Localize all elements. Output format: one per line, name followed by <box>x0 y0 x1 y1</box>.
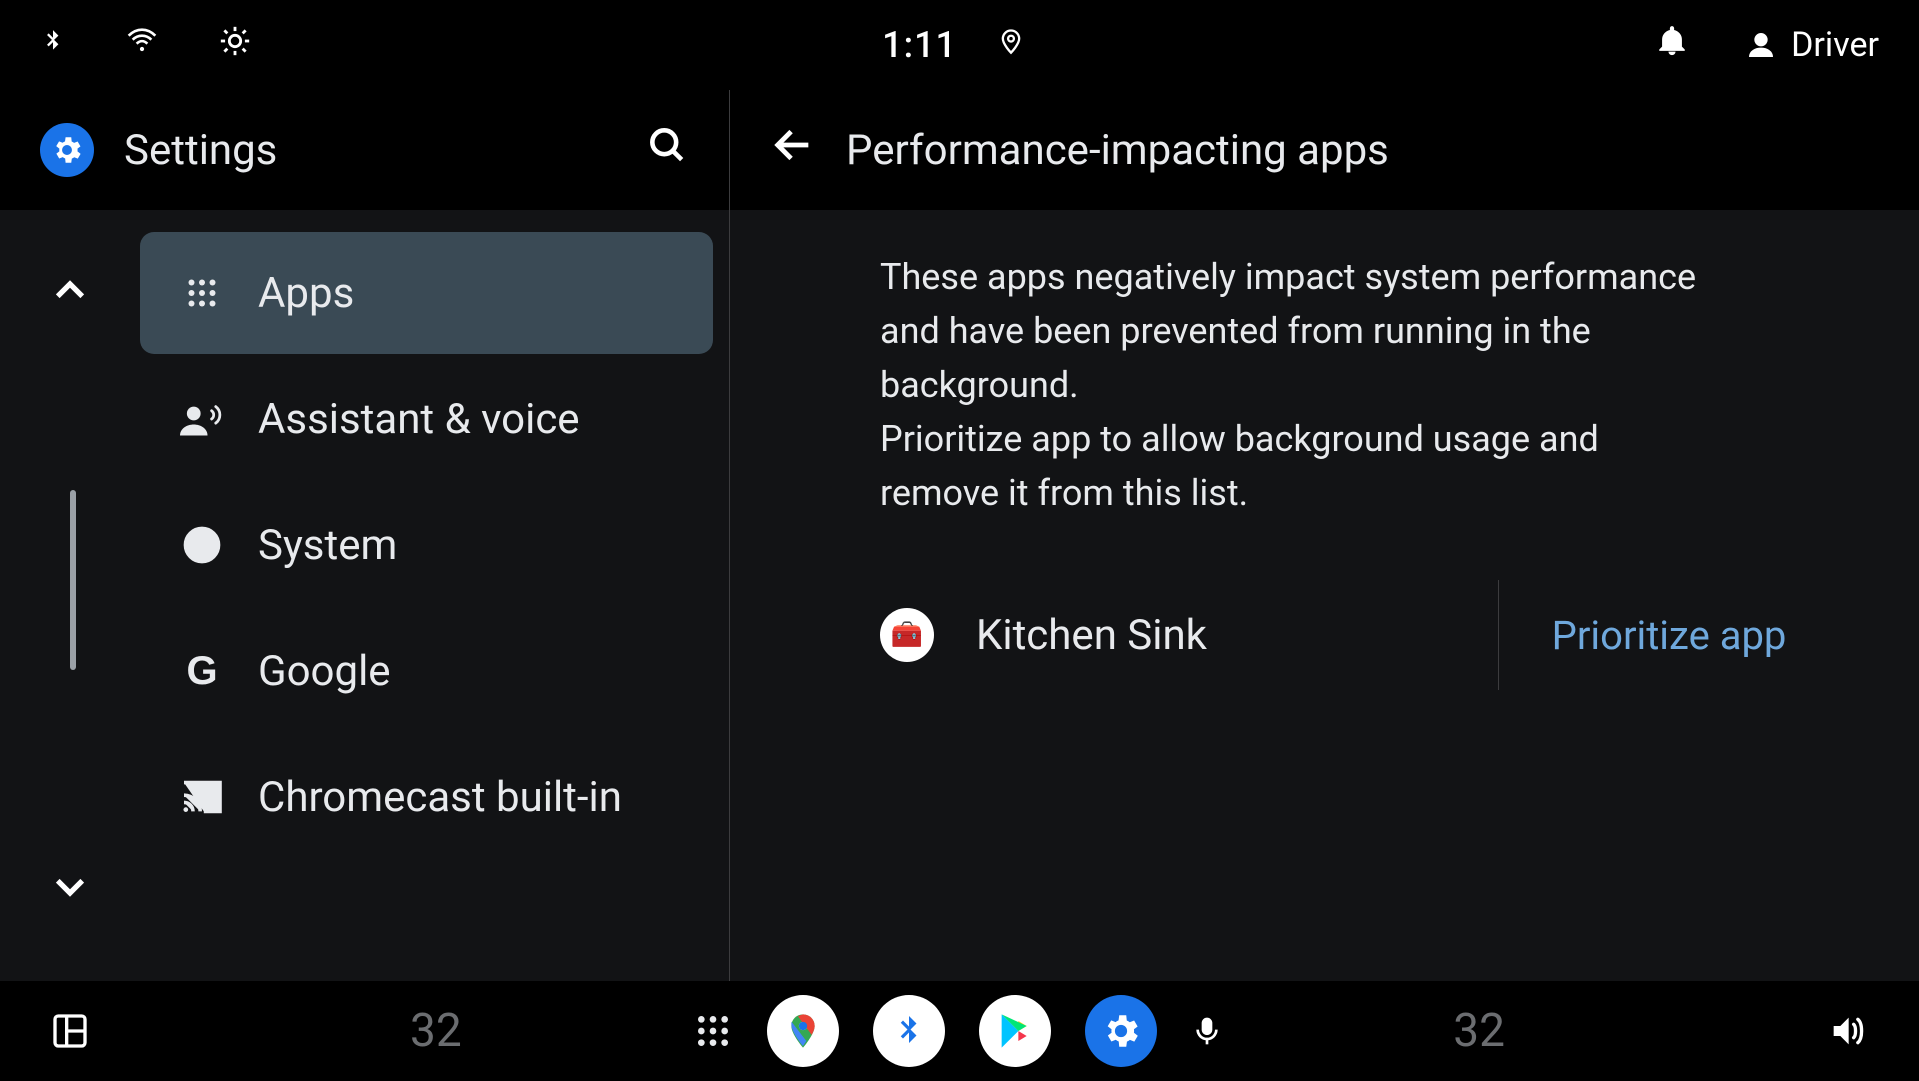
bluetooth-icon <box>40 22 66 69</box>
sidebar-item-label: Apps <box>258 269 354 318</box>
google-g-icon: G <box>180 649 224 693</box>
settings-sidebar: Settings Apps <box>0 90 730 981</box>
app-name: Kitchen Sink <box>976 611 1207 660</box>
search-button[interactable] <box>645 123 689 178</box>
dock-maps-icon[interactable] <box>767 995 839 1067</box>
cast-icon <box>180 775 224 819</box>
settings-gear-icon <box>40 123 94 177</box>
detail-description: These apps negatively impact system perf… <box>880 250 1700 520</box>
scroll-indicator <box>70 490 76 670</box>
prioritize-app-button[interactable]: Prioritize app <box>1499 612 1839 659</box>
sidebar-item-assistant[interactable]: Assistant & voice <box>140 358 713 480</box>
dock-bluetooth-icon[interactable] <box>873 995 945 1067</box>
clock-time: 1:11 <box>882 24 957 66</box>
sidebar-header: Settings <box>0 90 729 210</box>
app-launcher-button[interactable] <box>693 1011 733 1051</box>
assistant-voice-icon <box>180 397 224 441</box>
brightness-icon <box>218 24 252 67</box>
nav-list: Apps Assistant & voice System G Goog <box>140 210 729 981</box>
info-icon <box>180 523 224 567</box>
sidebar-item-label: Google <box>258 647 391 696</box>
climate-temp-right[interactable]: 32 <box>1453 1004 1505 1058</box>
apps-grid-icon <box>180 271 224 315</box>
sidebar-item-label: System <box>258 521 397 570</box>
sidebar-item-system[interactable]: System <box>140 484 713 606</box>
dashboard-icon[interactable] <box>50 1011 90 1051</box>
sidebar-item-google[interactable]: G Google <box>140 610 713 732</box>
scroll-up-button[interactable] <box>49 240 91 346</box>
sidebar-item-apps[interactable]: Apps <box>140 232 713 354</box>
app-row: 🧰 Kitchen Sink Prioritize app <box>880 580 1839 690</box>
user-profile[interactable]: Driver <box>1745 25 1879 65</box>
scroll-down-button[interactable] <box>49 835 91 941</box>
climate-temp-left[interactable]: 32 <box>410 1004 462 1058</box>
sidebar-title: Settings <box>124 126 277 175</box>
detail-header: Performance-impacting apps <box>730 90 1919 210</box>
sidebar-item-label: Chromecast built-in <box>258 773 622 822</box>
dock-play-store-icon[interactable] <box>979 995 1051 1067</box>
sidebar-item-label: Assistant & voice <box>258 395 580 444</box>
bottom-nav-bar: 32 32 <box>0 981 1919 1081</box>
sidebar-item-chromecast[interactable]: Chromecast built-in <box>140 736 713 858</box>
volume-icon[interactable] <box>1825 1011 1869 1051</box>
dock-settings-icon[interactable] <box>1085 995 1157 1067</box>
location-icon <box>997 22 1025 69</box>
voice-assistant-button[interactable] <box>1191 1011 1223 1051</box>
detail-title: Performance-impacting apps <box>846 126 1389 175</box>
back-button[interactable] <box>770 122 816 179</box>
content-area: Settings Apps <box>0 90 1919 981</box>
notifications-icon[interactable] <box>1655 22 1689 69</box>
app-info[interactable]: 🧰 Kitchen Sink <box>880 580 1499 690</box>
wifi-icon <box>122 25 162 66</box>
user-label: Driver <box>1791 25 1879 65</box>
app-icon: 🧰 <box>880 608 934 662</box>
detail-panel: Performance-impacting apps These apps ne… <box>730 90 1919 981</box>
status-bar: 1:11 Driver <box>0 0 1919 90</box>
